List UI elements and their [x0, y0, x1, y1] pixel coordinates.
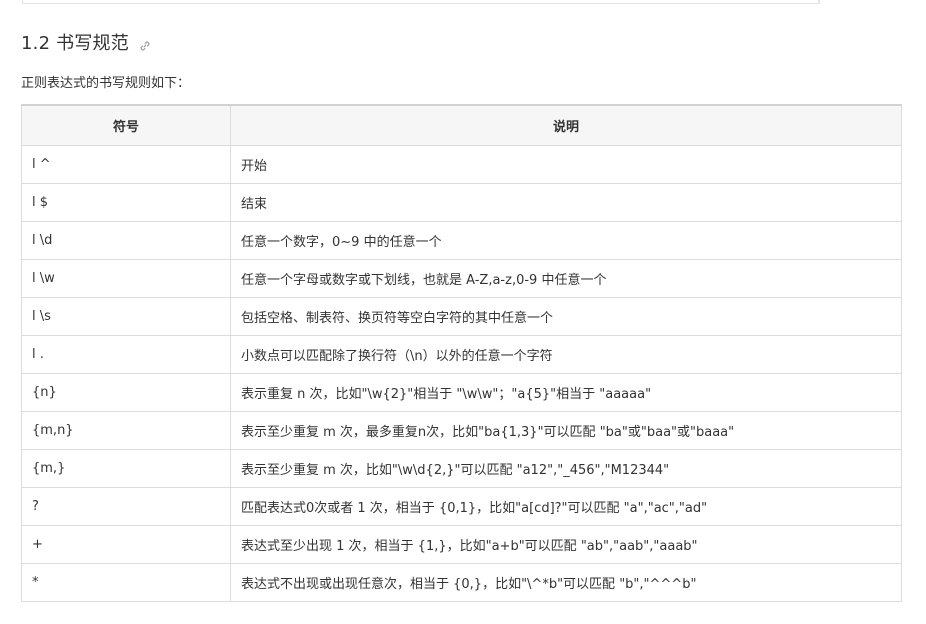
- symbol-cell: ?: [21, 486, 231, 526]
- column-header-symbol: 符号: [21, 104, 231, 146]
- description-cell: 表达式至少出现 1 次，相当于 {1,}，比如"a+b"可以匹配 "ab","a…: [230, 524, 902, 564]
- section-heading: 1.2 书写规范: [21, 29, 151, 55]
- table-row: l . 小数点可以匹配除了换行符（\n）以外的任意一个字符: [21, 334, 902, 374]
- link-icon[interactable]: [139, 37, 151, 51]
- symbol-cell: {m,n}: [21, 410, 231, 450]
- description-cell: 小数点可以匹配除了换行符（\n）以外的任意一个字符: [230, 334, 902, 374]
- description-cell: 包括空格、制表符、换页符等空白字符的其中任意一个: [230, 296, 902, 336]
- description-cell: 任意一个数字，0~9 中的任意一个: [230, 220, 902, 260]
- table-row: l \s 包括空格、制表符、换页符等空白字符的其中任意一个: [21, 296, 902, 336]
- table-row: + 表达式至少出现 1 次，相当于 {1,}，比如"a+b"可以匹配 "ab",…: [21, 524, 902, 564]
- symbol-cell: +: [21, 524, 231, 564]
- symbol-cell: {m,}: [21, 448, 231, 488]
- description-cell: 开始: [230, 144, 902, 184]
- previous-block-frame: [22, 0, 820, 4]
- symbol-cell: {n}: [21, 372, 231, 412]
- table-row: {n} 表示重复 n 次，比如"\w{2}"相当于 "\w\w"；"a{5}"相…: [21, 372, 902, 412]
- table-row: l ^ 开始: [21, 144, 902, 184]
- section-title: 1.2 书写规范: [21, 33, 129, 54]
- table-row: ? 匹配表达式0次或者 1 次，相当于 {0,1}，比如"a[cd]?"可以匹配…: [21, 486, 902, 526]
- symbol-cell: *: [21, 562, 231, 602]
- column-header-description: 说明: [230, 104, 902, 146]
- intro-text: 正则表达式的书写规则如下：: [21, 76, 191, 91]
- symbol-cell: l ^: [21, 144, 231, 184]
- symbol-cell: l \w: [21, 258, 231, 298]
- description-cell: 任意一个字母或数字或下划线，也就是 A-Z,a-z,0-9 中任意一个: [230, 258, 902, 298]
- symbol-cell: l \d: [21, 220, 231, 260]
- table-row: l $ 结束: [21, 182, 902, 222]
- description-cell: 表示至少重复 m 次，比如"\w\d{2,}"可以匹配 "a12","_456"…: [230, 448, 902, 488]
- table-row: l \d 任意一个数字，0~9 中的任意一个: [21, 220, 902, 260]
- syntax-rules-table: 符号 说明 l ^ 开始 l $ 结束 l \d 任意一个数字，0~9 中的任意…: [21, 104, 902, 602]
- description-cell: 匹配表达式0次或者 1 次，相当于 {0,1}，比如"a[cd]?"可以匹配 "…: [230, 486, 902, 526]
- description-cell: 表达式不出现或出现任意次，相当于 {0,}，比如"\^*b"可以匹配 "b","…: [230, 562, 902, 602]
- symbol-cell: l .: [21, 334, 231, 374]
- description-cell: 表示至少重复 m 次，最多重复n次，比如"ba{1,3}"可以匹配 "ba"或"…: [230, 410, 902, 450]
- table-row: {m,} 表示至少重复 m 次，比如"\w\d{2,}"可以匹配 "a12","…: [21, 448, 902, 488]
- symbol-cell: l \s: [21, 296, 231, 336]
- description-cell: 表示重复 n 次，比如"\w{2}"相当于 "\w\w"；"a{5}"相当于 "…: [230, 372, 902, 412]
- table-row: {m,n} 表示至少重复 m 次，最多重复n次，比如"ba{1,3}"可以匹配 …: [21, 410, 902, 450]
- table-row: l \w 任意一个字母或数字或下划线，也就是 A-Z,a-z,0-9 中任意一个: [21, 258, 902, 298]
- symbol-cell: l $: [21, 182, 231, 222]
- table-header-row: 符号 说明: [21, 104, 902, 146]
- table-row: * 表达式不出现或出现任意次，相当于 {0,}，比如"\^*b"可以匹配 "b"…: [21, 562, 902, 602]
- description-cell: 结束: [230, 182, 902, 222]
